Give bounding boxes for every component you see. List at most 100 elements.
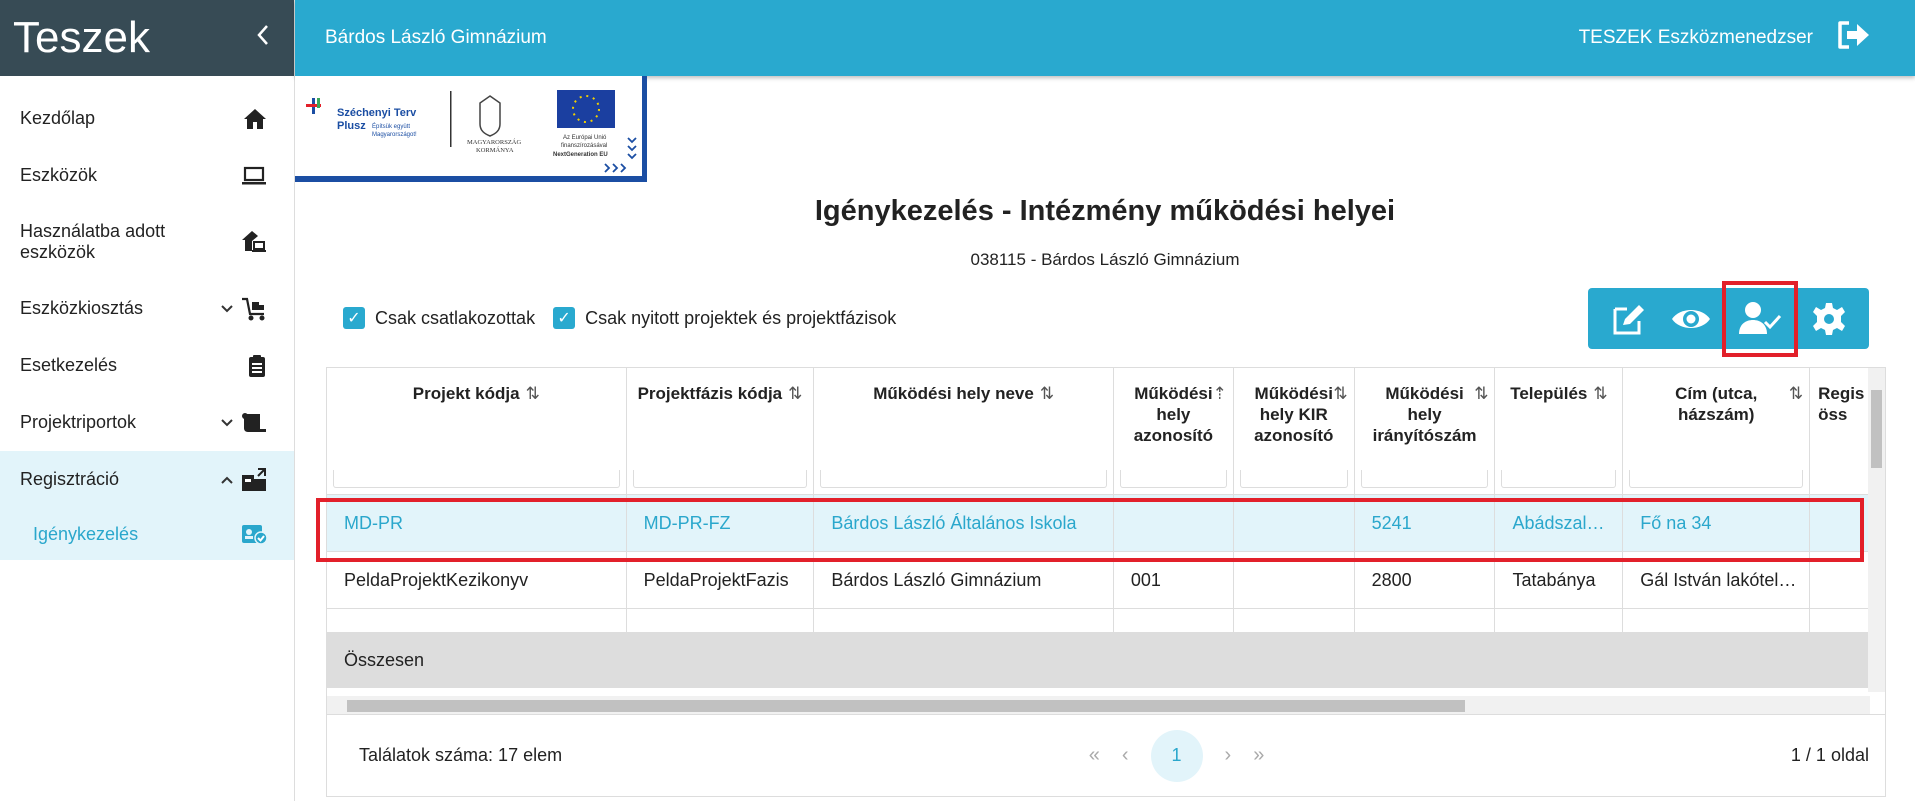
filter-csak-nyitott-projektek[interactable]: ✓ Csak nyitott projektek és projektfázis… (553, 307, 896, 329)
sidebar-item-label: Igénykezelés (33, 523, 139, 544)
table-cell (1623, 609, 1811, 632)
column-header-telepules[interactable]: Település ⇅ (1495, 368, 1624, 494)
svg-text:Magyarországot!: Magyarországot! (372, 132, 417, 138)
sidebar-subitem-igenykezeles[interactable]: Igénykezelés (0, 508, 294, 560)
column-filter[interactable] (820, 470, 1107, 488)
sidebar-item-kezdolap[interactable]: Kezdőlap (0, 90, 294, 147)
request-icon (240, 522, 268, 546)
column-filter[interactable] (1629, 470, 1804, 488)
column-header-projekt-kodja[interactable]: Projekt kódja ⇅ (327, 368, 627, 494)
table-row[interactable]: PeldaProjektKezikonyv PeldaProjektFazis … (327, 552, 1885, 609)
column-filter[interactable] (632, 470, 808, 488)
column-header-label: Működési hely neve (873, 384, 1034, 403)
logout-icon[interactable] (1835, 19, 1873, 57)
svg-text:Építsük együtt: Építsük együtt (372, 123, 410, 130)
checkbox-checked[interactable]: ✓ (553, 307, 576, 329)
sidebar-item-eszkozkiosztas[interactable]: Eszközkiosztás (0, 280, 294, 337)
column-filter[interactable] (1360, 470, 1489, 488)
table-cell (1114, 609, 1234, 632)
prev-page-button[interactable]: ‹ (1122, 744, 1129, 767)
sidebar-item-hasznalatba-adott[interactable]: Használatba adott eszközök (0, 204, 294, 280)
house-device-icon (240, 229, 268, 255)
sort-icon[interactable]: ⇅ (526, 384, 540, 403)
table-cell: Fő na 34 (1623, 495, 1811, 551)
column-filter[interactable] (1501, 470, 1617, 488)
table-cell (1114, 495, 1234, 551)
scrollbar-thumb[interactable] (1871, 390, 1882, 468)
sidebar-item-eszkozok[interactable]: Eszközök (0, 147, 294, 204)
page-info: 1 / 1 oldal (1790, 745, 1869, 765)
table-cell: Tatabánya (1495, 552, 1624, 608)
table-cell: Abádszal… (1495, 495, 1624, 551)
chevron-down-icon (220, 301, 234, 317)
table-cell: 001 (1114, 552, 1234, 608)
sidebar-item-label: Kezdőlap (20, 108, 96, 128)
table-row-partial[interactable] (327, 609, 1885, 633)
user-check-icon[interactable] (1722, 280, 1799, 357)
table-row[interactable]: MD-PR MD-PR-FZ Bárdos László Általános I… (327, 495, 1885, 552)
column-header-label: Projekt kódja (412, 384, 520, 403)
home-icon (242, 107, 268, 131)
svg-text:KORMÁNYA: KORMÁNYA (476, 146, 514, 154)
view-icon[interactable] (1663, 291, 1719, 347)
filter-csak-csatlakozottak[interactable]: ✓ Csak csatlakozottak (343, 307, 535, 329)
table-cell: PeldaProjektKezikonyv (327, 552, 627, 608)
first-page-button[interactable]: « (1089, 744, 1100, 767)
table-cell: 5241 (1355, 495, 1496, 551)
pagination: « ‹ 1 › » (1089, 729, 1264, 782)
table-cell (1234, 633, 1355, 687)
topbar: Bárdos László Gimnázium TESZEK Eszközmen… (295, 0, 1915, 76)
column-header-iranyitoszam[interactable]: Működési hely irányítószám ⇅ (1355, 368, 1496, 494)
sort-icon[interactable]: ⇅ (788, 384, 802, 403)
column-filter[interactable] (1239, 470, 1348, 488)
edit-icon[interactable] (1600, 291, 1656, 347)
column-header-label: Működési hely KIR azonosító (1254, 384, 1334, 445)
horizontal-scrollbar[interactable] (327, 696, 1870, 714)
column-header-mukodesi-hely-kir[interactable]: Működési hely KIR azonosító ⇅ (1234, 368, 1355, 494)
column-header-label: Projektfázis kódja (637, 384, 783, 403)
sidebar-item-label: Eszközök (20, 165, 98, 185)
svg-text:Széchenyi Terv: Széchenyi Terv (337, 107, 417, 119)
pagination-bar: Találatok száma: 17 elem « ‹ 1 › » 1 / 1… (326, 715, 1886, 797)
checkbox-label: Csak csatlakozottak (375, 307, 536, 328)
sort-icon[interactable]: ⇅ (1040, 384, 1054, 403)
column-header-mukodesi-hely-azonosito[interactable]: Működési hely azonosító ⇡ (1114, 368, 1234, 494)
table-cell (1495, 609, 1624, 632)
column-header-label: Regis öss (1818, 384, 1865, 424)
chevron-left-icon[interactable] (254, 21, 272, 55)
sort-icon[interactable]: ⇅ (1593, 384, 1607, 403)
report-icon (240, 411, 268, 435)
vertical-scrollbar[interactable] (1868, 368, 1885, 692)
table-cell (1234, 495, 1355, 551)
column-header-cim[interactable]: Cím (utca, házszám) ⇅ (1623, 368, 1811, 494)
sidebar-item-regisztracio[interactable]: Regisztráció (0, 451, 294, 508)
table-cell (1234, 552, 1355, 608)
current-page[interactable]: 1 (1150, 729, 1203, 782)
next-page-button[interactable]: › (1225, 744, 1232, 767)
data-table: Projekt kódja ⇅ Projektfázis kódja ⇅ Működ… (326, 367, 1886, 715)
sidebar-item-esetkezeles[interactable]: Esetkezelés (0, 337, 294, 394)
sidebar-item-label: Eszközkiosztás (20, 298, 144, 318)
sort-asc-icon[interactable]: ⇡ (1213, 383, 1227, 404)
clipboard-icon (246, 353, 268, 379)
sort-icon[interactable]: ⇅ (1474, 383, 1488, 404)
table-cell: PeldaProjektFazis (627, 552, 815, 608)
sort-icon[interactable]: ⇅ (1789, 383, 1803, 404)
table-cell (627, 633, 815, 687)
settings-icon[interactable] (1801, 291, 1857, 347)
column-filter[interactable] (333, 470, 620, 488)
table-cell: 2800 (1355, 552, 1496, 608)
column-filter[interactable] (1119, 470, 1227, 488)
sidebar-menu: Kezdőlap Eszközök Használatba adott eszk… (0, 90, 294, 560)
checkbox-checked[interactable]: ✓ (343, 307, 365, 329)
total-label: Összesen (327, 633, 627, 687)
column-header-mukodesi-hely-neve[interactable]: Működési hely neve ⇅ (814, 368, 1114, 494)
table-cell (1355, 633, 1496, 687)
sort-icon[interactable]: ⇅ (1333, 383, 1347, 404)
column-header-projektfazis-kodja[interactable]: Projektfázis kódja ⇅ (627, 368, 815, 494)
sidebar-item-projektriportok[interactable]: Projektriportok (0, 394, 294, 451)
last-page-button[interactable]: » (1253, 744, 1264, 767)
svg-text:Az Európai Unió: Az Európai Unió (563, 135, 607, 141)
column-header-label: Működési hely azonosító (1133, 384, 1214, 445)
scrollbar-thumb[interactable] (347, 700, 1465, 712)
